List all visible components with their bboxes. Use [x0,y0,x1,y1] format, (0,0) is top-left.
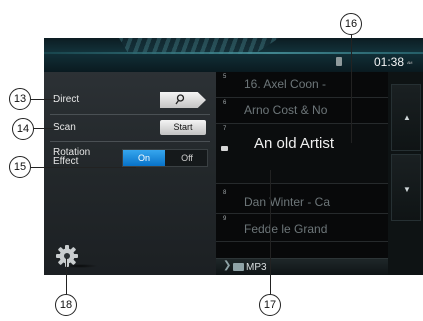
track-title: Dan Winter - Ca [244,195,331,209]
callout-17: 17 [259,294,281,316]
track-list: 5 16. Axel Coon - 6 Arno Cost & No 7 An … [216,72,388,258]
callout-leader [31,167,136,168]
settings-panel: Direct Scan Start Rotation Effect On Off [44,72,216,275]
chevron-right-icon: ❯ [223,260,232,271]
track-item[interactable]: 6 Arno Cost & No [216,98,388,124]
clock-time: 01:38 [374,55,405,69]
track-item[interactable]: 5 16. Axel Coon - [216,72,388,98]
scan-label: Scan [53,122,76,133]
callout-16: 16 [340,13,362,35]
folder-path-bar[interactable]: ❯ MP3 [216,258,388,275]
now-playing-icon [221,146,228,151]
callout-18: 18 [55,294,77,316]
track-item[interactable]: 8 Dan Winter - Ca [216,184,388,214]
signal-icon [336,57,342,66]
folder-icon [233,263,244,271]
scroll-up-button[interactable]: ▲ [391,84,421,151]
clock: 01:38 AM [374,55,413,69]
status-bar: 01:38 AM [44,38,423,72]
track-number: 7 [223,126,227,132]
gear-icon[interactable] [56,245,78,267]
rotation-label-line2: Effect [53,156,79,167]
track-number: 6 [223,100,227,106]
search-icon [175,94,185,105]
chevron-down-icon: ▼ [403,185,411,194]
track-item-selected[interactable]: 7 An old Artist [216,124,388,184]
direct-search-button[interactable] [160,92,206,108]
track-item[interactable]: 9 Fedde le Grand [216,214,388,242]
track-number: 9 [223,216,227,222]
callout-leader [34,128,56,129]
callout-leader [31,99,55,100]
callout-leader [270,170,271,294]
track-title: Fedde le Grand [244,222,328,236]
scroll-down-button[interactable]: ▼ [391,154,421,221]
direct-label: Direct [53,94,80,105]
track-number: 5 [223,74,227,80]
row-divider [50,114,210,115]
scroll-area: ▲ ▼ [388,72,423,275]
track-title: Arno Cost & No [244,103,328,117]
callout-leader [66,258,67,294]
folder-name: MP3 [246,262,267,273]
rotation-effect-label: Rotation Effect [53,148,90,167]
status-bar-accent-line [44,52,423,54]
callout-15: 15 [9,156,31,178]
rotation-on-button[interactable]: On [123,150,165,166]
track-number: 8 [223,190,227,196]
row-divider [50,141,210,142]
rotation-effect-toggle: On Off [122,149,208,167]
track-title: An old Artist [254,135,335,152]
scan-start-button[interactable]: Start [160,120,206,135]
clock-ampm: AM [407,60,413,65]
callout-leader [351,35,352,143]
device-screen: 01:38 AM Direct Scan Start Rotation Effe… [44,38,423,275]
rotation-off-button[interactable]: Off [167,150,207,166]
callout-14: 14 [12,118,34,140]
track-title: 16. Axel Coon - [244,77,327,91]
chevron-up-icon: ▲ [403,113,411,122]
callout-13: 13 [9,88,31,110]
